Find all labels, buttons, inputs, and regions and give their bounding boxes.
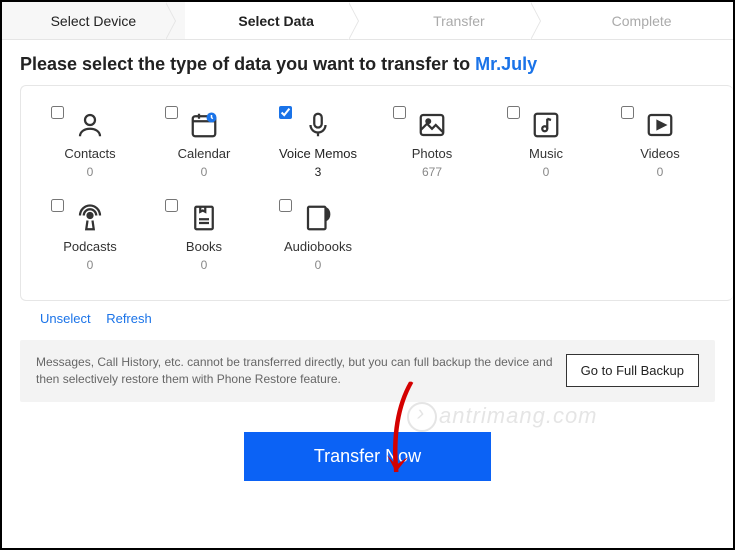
checkbox-podcasts[interactable]: [51, 199, 64, 212]
instruction-text: Please select the type of data you want …: [2, 40, 733, 85]
books-icon: [187, 201, 221, 235]
count-audiobooks: 0: [315, 258, 322, 272]
data-type-podcasts[interactable]: Podcasts 0: [33, 195, 147, 288]
step-select-device[interactable]: Select Device: [2, 2, 185, 39]
mic-icon: [301, 108, 335, 142]
checkbox-voice-memos[interactable]: [279, 106, 292, 119]
watermark: antrimang.com: [407, 402, 598, 432]
label-videos: Videos: [640, 146, 680, 161]
photos-icon: [415, 108, 449, 142]
videos-icon: [643, 108, 677, 142]
data-type-photos[interactable]: Photos 677: [375, 102, 489, 195]
unselect-link[interactable]: Unselect: [40, 311, 91, 326]
label-contacts: Contacts: [64, 146, 115, 161]
calendar-icon: [187, 108, 221, 142]
podcasts-icon: [73, 201, 107, 235]
count-music: 0: [543, 165, 550, 179]
data-types-panel: Contacts 0 Calendar 0 Voice Memos 3 Photos 677 M…: [20, 85, 733, 301]
count-podcasts: 0: [87, 258, 94, 272]
checkbox-photos[interactable]: [393, 106, 406, 119]
data-type-voice-memos[interactable]: Voice Memos 3: [261, 102, 375, 195]
contacts-icon: [73, 108, 107, 142]
data-type-calendar[interactable]: Calendar 0: [147, 102, 261, 195]
data-type-contacts[interactable]: Contacts 0: [33, 102, 147, 195]
music-icon: [529, 108, 563, 142]
count-books: 0: [201, 258, 208, 272]
count-photos: 677: [422, 165, 442, 179]
checkbox-books[interactable]: [165, 199, 178, 212]
selection-links: Unselect Refresh: [2, 301, 733, 336]
audiobooks-icon: [301, 201, 335, 235]
checkbox-videos[interactable]: [621, 106, 634, 119]
count-videos: 0: [657, 165, 664, 179]
step-select-data[interactable]: Select Data: [185, 2, 368, 39]
label-podcasts: Podcasts: [63, 239, 116, 254]
data-type-music[interactable]: Music 0: [489, 102, 603, 195]
step-transfer: Transfer: [368, 2, 551, 39]
data-type-books[interactable]: Books 0: [147, 195, 261, 288]
backup-note: Messages, Call History, etc. cannot be t…: [20, 340, 715, 402]
target-device-name: Mr.July: [475, 54, 537, 74]
steps-header: Select Device Select Data Transfer Compl…: [2, 2, 733, 40]
label-books: Books: [186, 239, 222, 254]
label-calendar: Calendar: [178, 146, 231, 161]
go-to-full-backup-button[interactable]: Go to Full Backup: [566, 354, 699, 387]
count-voice-memos: 3: [315, 165, 322, 179]
count-contacts: 0: [87, 165, 94, 179]
label-audiobooks: Audiobooks: [284, 239, 352, 254]
transfer-now-button[interactable]: Transfer Now: [244, 432, 491, 481]
checkbox-contacts[interactable]: [51, 106, 64, 119]
data-type-videos[interactable]: Videos 0: [603, 102, 717, 195]
count-calendar: 0: [201, 165, 208, 179]
checkbox-audiobooks[interactable]: [279, 199, 292, 212]
label-photos: Photos: [412, 146, 452, 161]
backup-note-text: Messages, Call History, etc. cannot be t…: [36, 354, 554, 388]
refresh-link[interactable]: Refresh: [106, 311, 152, 326]
checkbox-music[interactable]: [507, 106, 520, 119]
step-complete: Complete: [550, 2, 733, 39]
label-music: Music: [529, 146, 563, 161]
label-voice-memos: Voice Memos: [279, 146, 357, 161]
data-type-audiobooks[interactable]: Audiobooks 0: [261, 195, 375, 288]
checkbox-calendar[interactable]: [165, 106, 178, 119]
